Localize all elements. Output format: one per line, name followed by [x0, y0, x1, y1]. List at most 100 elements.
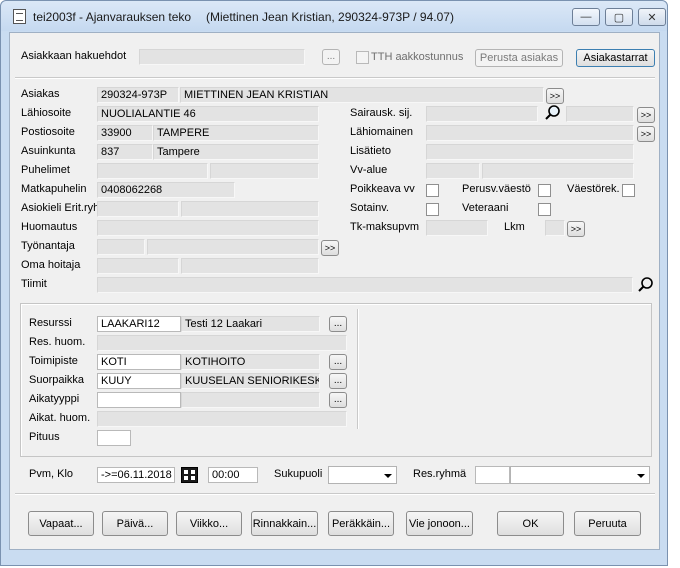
mobile-field: 0408062268 — [97, 182, 235, 198]
deviating-vv-label: Poikkeava vv — [350, 183, 415, 195]
service-place-browse-button[interactable]: ... — [329, 373, 347, 389]
postal-address-label: Postiosoite — [21, 126, 75, 138]
tth-checkbox[interactable] — [356, 51, 369, 64]
teams-label: Tiimit — [21, 278, 47, 290]
add-to-queue-button[interactable]: Vie jonoon... — [406, 511, 473, 536]
app-window: tei2003f - Ajanvarauksen teko (Miettinen… — [0, 0, 668, 566]
basic-population-label: Perusv.väestö — [462, 183, 531, 195]
deviating-vv-checkbox[interactable] — [426, 184, 439, 197]
ok-button[interactable]: OK — [497, 511, 564, 536]
time-type-browse-button[interactable]: ... — [329, 392, 347, 408]
time-input[interactable]: 00:00 — [208, 467, 258, 483]
postal-city-field: TAMPERE — [153, 125, 319, 141]
war-invalid-checkbox[interactable] — [426, 203, 439, 216]
sick-place-search-icon[interactable] — [544, 104, 562, 122]
employer-code-field — [97, 239, 145, 255]
resource-group-select[interactable] — [510, 466, 650, 484]
sick-place-label: Sairausk. sij. — [350, 107, 413, 119]
time-type-name-field — [181, 392, 320, 408]
own-nurse-label: Oma hoitaja — [21, 259, 81, 271]
resource-separator — [357, 309, 359, 429]
gender-label: Sukupuoli — [274, 468, 323, 480]
vv-area-code-field — [426, 163, 480, 179]
population-register-checkbox[interactable] — [622, 184, 635, 197]
dialog-body: Asiakkaan hakuehdot ... TTH aakkostunnus… — [9, 32, 660, 550]
search-criteria-label: Asiakkaan hakuehdot — [21, 50, 127, 62]
next-of-kin-field — [426, 125, 634, 141]
own-nurse-name-field — [181, 258, 319, 274]
vv-area-label: Vv-alue — [350, 164, 388, 176]
mobile-label: Matkapuhelin — [21, 183, 87, 195]
window-subtitle: (Miettinen Jean Kristian, 290324-973P / … — [206, 10, 454, 24]
special-group-field — [181, 201, 319, 217]
additional-info-field — [426, 144, 634, 160]
customer-labels-button[interactable]: Asiakastarrat — [576, 49, 655, 67]
minimize-button[interactable]: — — [572, 8, 600, 26]
sick-place-name-field — [566, 106, 634, 122]
parallel-button[interactable]: Rinnakkain... — [251, 511, 318, 536]
date-input[interactable]: ->=06.11.2018 — [97, 467, 175, 483]
gender-select[interactable] — [328, 466, 397, 484]
service-place-name-field: KUUSELAN SENIORIKESK... — [181, 373, 320, 389]
window-title: tei2003f - Ajanvarauksen teko — [33, 10, 192, 24]
tk-payment-date-label: Tk-maksupvm — [350, 221, 420, 233]
customer-more-button[interactable]: >> — [546, 88, 564, 104]
language-field — [97, 201, 179, 217]
tk-payment-date-field — [426, 220, 488, 236]
search-criteria-input[interactable] — [139, 49, 305, 65]
municipality-name-field: Tampere — [153, 144, 319, 160]
close-button[interactable]: ✕ — [638, 8, 666, 26]
office-browse-button[interactable]: ... — [329, 354, 347, 370]
phone-field-2 — [210, 163, 319, 179]
divider — [15, 493, 655, 495]
count-more-button[interactable]: >> — [567, 221, 585, 237]
week-button[interactable]: Viikko... — [176, 511, 242, 536]
customer-id-field: 290324-973P — [97, 87, 179, 103]
postal-code-field: 33900 — [97, 125, 153, 141]
search-browse-button[interactable]: ... — [322, 49, 340, 65]
maximize-button[interactable]: ▢ — [605, 8, 633, 26]
time-type-remark-field — [97, 411, 347, 427]
next-of-kin-more-button[interactable]: >> — [637, 126, 655, 142]
phones-label: Puhelimet — [21, 164, 70, 176]
phone-field-1 — [97, 163, 208, 179]
free-times-button[interactable]: Vapaat... — [28, 511, 94, 536]
resource-code-input[interactable]: LAAKARI12 — [97, 316, 181, 332]
teams-search-icon[interactable] — [637, 276, 655, 294]
employer-more-button[interactable]: >> — [321, 240, 339, 256]
title-bar[interactable]: tei2003f - Ajanvarauksen teko (Miettinen… — [1, 1, 667, 31]
additional-info-label: Lisätieto — [350, 145, 391, 157]
tth-label: TTH aakkostunnus — [371, 51, 464, 63]
service-place-label: Suorpaikka — [29, 374, 85, 386]
time-type-label: Aikatyyppi — [29, 393, 80, 405]
veteran-label: Veteraani — [462, 202, 509, 214]
office-label: Toimipiste — [29, 355, 78, 367]
war-invalid-label: Sotainv. — [350, 202, 389, 214]
create-customer-button[interactable]: Perusta asiakas — [475, 49, 563, 67]
veteran-checkbox[interactable] — [538, 203, 551, 216]
consecutive-button[interactable]: Peräkkäin... — [328, 511, 394, 536]
basic-population-checkbox[interactable] — [538, 184, 551, 197]
resource-name-field: Testi 12 Laakari — [181, 316, 320, 332]
document-icon — [13, 9, 26, 24]
service-place-code-input[interactable]: KUUY — [97, 373, 181, 389]
customer-label: Asiakas — [21, 88, 60, 100]
time-type-code-input[interactable] — [97, 392, 181, 408]
office-name-field: KOTIHOITO — [181, 354, 320, 370]
teams-field — [97, 277, 633, 293]
count-label: Lkm — [504, 221, 525, 233]
day-button[interactable]: Päivä... — [102, 511, 168, 536]
office-code-input[interactable]: KOTI — [97, 354, 181, 370]
calendar-icon[interactable] — [181, 467, 198, 483]
sick-place-more-button[interactable]: >> — [637, 107, 655, 123]
chevron-down-icon — [384, 474, 392, 478]
resource-browse-button[interactable]: ... — [329, 316, 347, 332]
duration-input[interactable] — [97, 430, 131, 446]
remark-label: Huomautus — [21, 221, 78, 233]
divider — [15, 77, 655, 79]
vv-area-name-field — [482, 163, 634, 179]
resource-group-code-input[interactable] — [475, 466, 510, 484]
resource-remark-label: Res. huom. — [29, 336, 86, 348]
cancel-button[interactable]: Peruuta — [574, 511, 641, 536]
resource-group-label: Res.ryhmä — [413, 468, 467, 480]
